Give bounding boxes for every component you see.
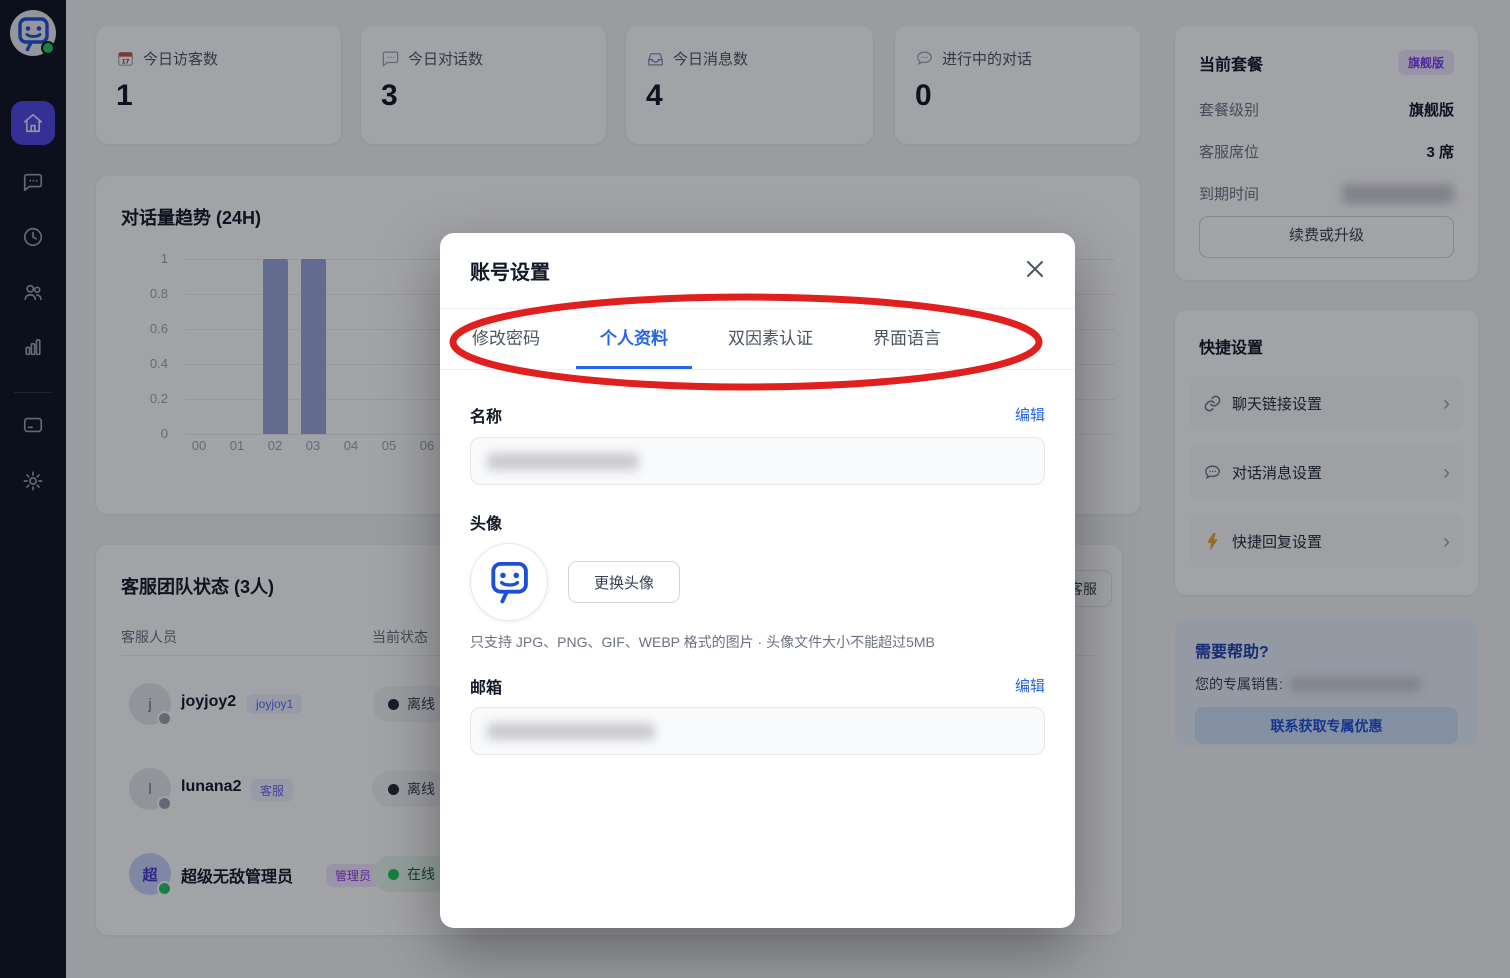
redacted-email-value xyxy=(487,723,655,740)
edit-name-link[interactable]: 编辑 xyxy=(1015,404,1045,425)
email-input[interactable] xyxy=(470,707,1045,755)
edit-email-link[interactable]: 编辑 xyxy=(1015,675,1045,696)
email-field-label: 邮箱 xyxy=(470,674,502,698)
redacted-name-value xyxy=(487,453,639,470)
close-icon[interactable] xyxy=(1023,257,1047,281)
account-settings-modal: 账号设置 修改密码 个人资料 双因素认证 界面语言 名称 编辑 头像 更换头像 xyxy=(440,233,1075,928)
avatar xyxy=(470,543,548,621)
app-window: 17 今日访客数 1 今日对话数 3 今日消息数 4 xyxy=(0,0,1510,978)
tab-interface-language[interactable]: 界面语言 xyxy=(849,309,965,369)
tab-two-factor[interactable]: 双因素认证 xyxy=(704,309,837,369)
avatar-helper-text: 只支持 JPG、PNG、GIF、WEBP 格式的图片 · 头像文件大小不能超过5… xyxy=(470,632,935,652)
avatar-field-label: 头像 xyxy=(470,510,502,534)
tab-profile[interactable]: 个人资料 xyxy=(576,309,692,369)
tab-change-password[interactable]: 修改密码 xyxy=(448,309,564,369)
modal-title: 账号设置 xyxy=(470,256,550,285)
modal-tabs: 修改密码 个人资料 双因素认证 界面语言 xyxy=(440,308,1075,370)
name-input[interactable] xyxy=(470,437,1045,485)
change-avatar-button[interactable]: 更换头像 xyxy=(568,561,680,603)
name-field-label: 名称 xyxy=(470,403,502,427)
